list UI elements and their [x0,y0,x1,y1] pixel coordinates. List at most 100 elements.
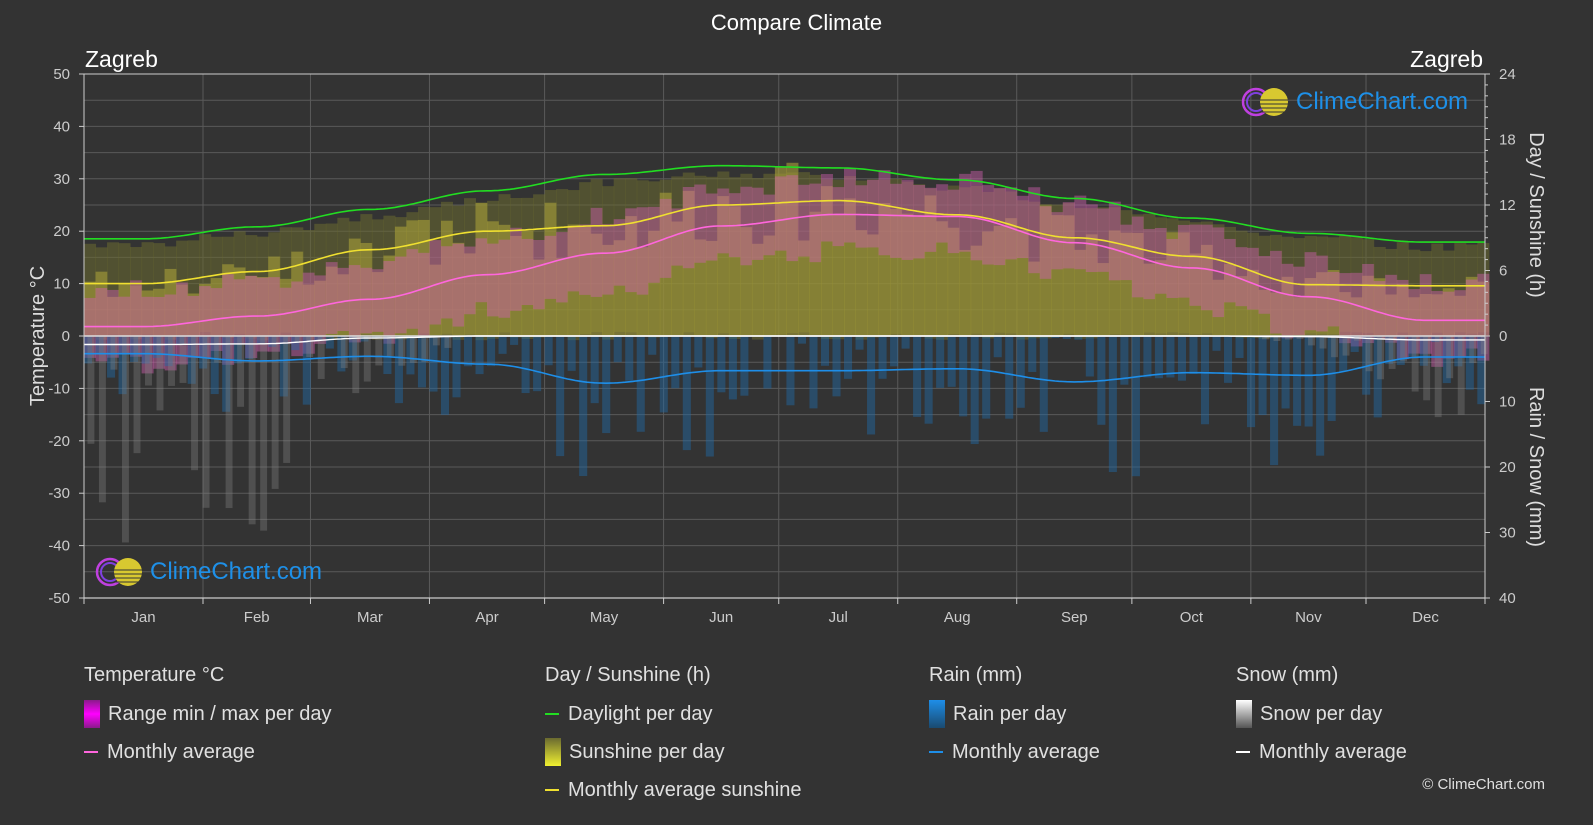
temp-range-bar [1247,247,1260,310]
rain-bar [579,336,588,477]
rain-avg-line-icon [929,751,943,753]
month-label: Jul [829,609,848,626]
temp-range-bar [982,185,995,265]
temp-range-bar [1039,206,1052,279]
rain-bar [567,336,576,371]
rain-bar [959,336,968,417]
tick-label-left: -50 [48,590,70,607]
rain-bar [1304,336,1313,427]
rain-bar [498,336,507,354]
temp-range-bar [913,184,926,259]
rain-bar [717,336,726,393]
temp-range-bar [1281,263,1294,339]
rain-bar [1200,336,1210,425]
snow-bar [1319,336,1327,349]
temp-range-bar [890,183,903,258]
rain-bar [820,336,830,366]
temp-range-bar [1293,266,1306,336]
logo-top[interactable]: ClimeChart.com [1240,86,1468,118]
temp-range-bar [947,189,960,254]
snow-bar [1423,336,1431,401]
tick-label-left: -20 [48,433,70,450]
legend-item-rain-avg: Monthly average [929,740,1100,764]
sunshine-avg-line-icon [545,789,559,791]
temp-range-bar [429,240,442,325]
snow-bar [156,336,164,411]
rain-bar [1016,336,1025,408]
tick-label-right-mm: 30 [1499,525,1516,542]
temp-range-bar [1074,195,1087,270]
tick-label-right-hours: 0 [1499,328,1507,345]
snow-bar [271,336,279,489]
snow-bar [294,336,302,343]
temp-avg-line-icon [84,751,98,753]
legend-heading: Snow (mm) [1236,664,1339,686]
temp-range-bar [233,279,246,344]
rain-bar [993,336,1002,358]
temp-range-bar [809,183,822,263]
rain-bar [982,336,991,419]
tick-label-right-hours: 24 [1499,66,1516,83]
temp-range-bar [867,179,880,248]
rain-bar [1189,336,1198,374]
month-label: Mar [357,609,383,626]
rain-bar [1131,336,1140,477]
rain-bar [763,336,772,389]
temp-range-bar [360,267,373,334]
legend-item-snow-avg: Monthly average [1236,740,1407,764]
rain-bar [1293,336,1302,426]
rain-bar [924,336,933,424]
tick-label-right-mm: 20 [1499,459,1516,476]
snow-bar [283,336,291,463]
temp-range-swatch-icon [84,700,100,728]
snow-avg-line-icon [1236,751,1250,753]
snow-bar [98,336,106,503]
snow-bar [1342,336,1350,356]
tick-label-left: 40 [53,118,70,135]
tick-label-left: -30 [48,485,70,502]
legend-label: Range min / max per day [108,702,332,725]
y-axis-title-right-bottom: Rain / Snow (mm) [1525,387,1547,547]
copyright: © ClimeChart.com [1422,776,1545,793]
temp-range-bar [487,243,500,317]
rain-bar [1212,336,1221,351]
legend-heading: Rain (mm) [929,664,1023,686]
temp-range-bar [1373,281,1386,340]
rain-bar [1085,336,1094,377]
tick-label-left: -10 [48,380,70,397]
temp-range-bar [498,239,511,318]
temp-range-bar [521,238,534,306]
city-label-right: Zagreb [1410,46,1483,72]
month-label: Jun [709,609,733,626]
snow-bar [352,336,360,394]
temp-range-bar [682,186,695,269]
legend-heading: Day / Sunshine (h) [545,664,711,686]
tick-label-right-hours: 6 [1499,263,1507,280]
legend-item-snow: Snow per day [1236,700,1407,728]
month-label: Feb [244,609,270,626]
rain-bar [855,336,864,350]
temp-range-bar [797,184,810,257]
snow-bar [168,336,175,386]
rain-bar [1177,336,1186,381]
tick-label-left: 20 [53,223,70,240]
temp-range-bar [1062,202,1075,269]
rain-bar [694,336,703,368]
temp-range-bar [371,269,384,332]
rain-bar [1316,336,1325,456]
temp-range-bar [774,176,787,251]
legend-label: Rain per day [953,702,1067,725]
temp-range-bar [417,252,430,338]
rain-bar [705,336,714,457]
rain-bar [325,336,334,349]
temp-range-bar [1316,255,1329,332]
tick-label-left: 10 [53,276,70,293]
tick-label-left: 0 [62,328,70,345]
temp-range-bar [1189,224,1202,306]
temp-range-bar [959,173,972,252]
logo-bottom[interactable]: ClimeChart.com [94,556,322,588]
temp-range-bar [579,224,592,295]
temp-range-bar [383,261,396,344]
rain-bar [452,336,461,398]
rain-bar [913,336,922,417]
